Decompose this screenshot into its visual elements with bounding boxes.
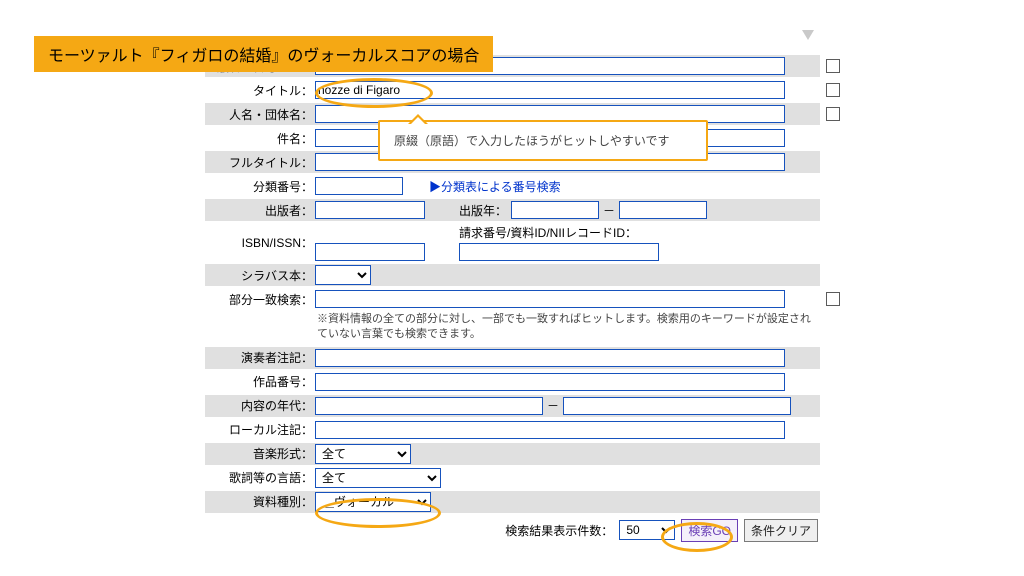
row-title: タイトル： xyxy=(205,79,820,101)
row-contentyear: 内容の年代： － xyxy=(205,395,820,417)
row-localnote: ローカル注記： xyxy=(205,419,820,441)
row-publisher: 出版者： 出版年： － xyxy=(205,199,820,221)
label-performer: 演奏者注記： xyxy=(205,349,315,366)
footer-row: 検索結果表示件数： 50 検索GO 条件クリア xyxy=(205,519,820,542)
input-localnote[interactable] xyxy=(315,421,785,439)
note-partial: ※資料情報の全ての部分に対し、一部でも一致すればヒットします。検索用のキーワード… xyxy=(317,312,820,343)
label-contentyear: 内容の年代： xyxy=(205,397,315,414)
search-go-button[interactable]: 検索GO xyxy=(681,519,738,542)
input-classno[interactable] xyxy=(315,177,403,195)
label-name: 人名・団体名： xyxy=(205,106,315,123)
input-pubyear-from[interactable] xyxy=(511,201,599,219)
row-mattype: 資料種別： ＿ヴォーカル xyxy=(205,491,820,513)
input-pubyear-to[interactable] xyxy=(619,201,707,219)
label-mattype: 資料種別： xyxy=(205,493,315,510)
row-partial: 部分一致検索： xyxy=(205,288,820,310)
scroll-arrow-icon xyxy=(802,30,814,40)
input-publisher[interactable] xyxy=(315,201,425,219)
input-isbn[interactable] xyxy=(315,243,425,261)
input-performer[interactable] xyxy=(315,349,785,367)
select-mattype[interactable]: ＿ヴォーカル xyxy=(315,492,431,512)
label-publisher: 出版者： xyxy=(205,202,315,219)
select-resultcount[interactable]: 50 xyxy=(619,520,675,540)
row-lyriclang: 歌詞等の言語： 全て xyxy=(205,467,820,489)
checkbox-title[interactable] xyxy=(826,83,840,97)
checkbox-name[interactable] xyxy=(826,107,840,121)
select-lyriclang[interactable]: 全て xyxy=(315,468,441,488)
checkbox-partial[interactable] xyxy=(826,292,840,306)
row-syllabus: シラバス本： xyxy=(205,264,820,286)
input-contentyear-to[interactable] xyxy=(563,397,791,415)
select-musicform[interactable]: 全て xyxy=(315,444,411,464)
label-localnote: ローカル注記： xyxy=(205,421,315,438)
label-partial: 部分一致検索： xyxy=(205,291,315,308)
label-musicform: 音楽形式： xyxy=(205,445,315,462)
annotation-banner: モーツァルト『フィガロの結婚』のヴォーカルスコアの場合 xyxy=(34,36,493,72)
label-workno: 作品番号： xyxy=(205,373,315,390)
dash-pubyear: － xyxy=(603,202,615,219)
input-reqno[interactable] xyxy=(459,243,659,261)
row-workno: 作品番号： xyxy=(205,371,820,393)
input-title[interactable] xyxy=(315,81,785,99)
label-syllabus: シラバス本： xyxy=(205,267,315,284)
select-syllabus[interactable] xyxy=(315,265,371,285)
row-performer: 演奏者注記： xyxy=(205,347,820,369)
label-resultcount: 検索結果表示件数： xyxy=(505,522,613,539)
label-fulltitle: フルタイトル： xyxy=(205,154,315,171)
label-reqno: 請求番号/資料ID/NIIレコードID： xyxy=(459,224,659,241)
label-title: タイトル： xyxy=(205,82,315,99)
dash-contentyear: － xyxy=(547,397,559,414)
annotation-bubble: 原綴（原語）で入力したほうがヒットしやすいです xyxy=(378,120,708,161)
clear-button[interactable]: 条件クリア xyxy=(744,519,818,542)
label-isbn: ISBN/ISSN： xyxy=(205,234,315,251)
link-classlookup[interactable]: ▶分類表による番号検索 xyxy=(429,178,561,195)
row-classno: 分類番号： ▶分類表による番号検索 xyxy=(205,175,820,197)
input-workno[interactable] xyxy=(315,373,785,391)
input-contentyear-from[interactable] xyxy=(315,397,543,415)
input-partial[interactable] xyxy=(315,290,785,308)
label-subject: 件名： xyxy=(205,130,315,147)
row-isbn: ISBN/ISSN： 請求番号/資料ID/NIIレコードID： xyxy=(205,223,820,262)
checkbox-edition[interactable] xyxy=(826,59,840,73)
label-lyriclang: 歌詞等の言語： xyxy=(205,469,315,486)
row-musicform: 音楽形式： 全て xyxy=(205,443,820,465)
label-classno: 分類番号： xyxy=(205,178,315,195)
label-pubyear: 出版年： xyxy=(459,202,507,219)
